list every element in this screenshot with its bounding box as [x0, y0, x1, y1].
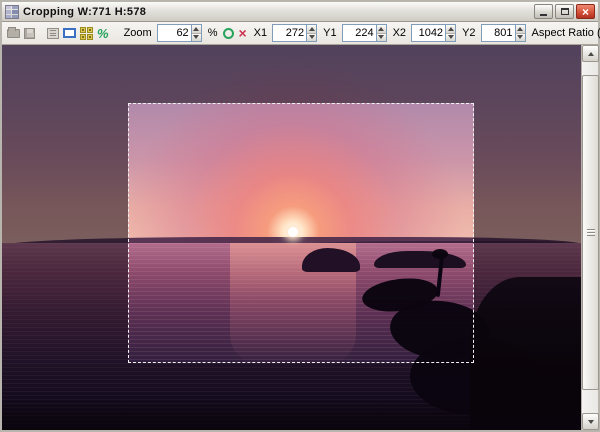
close-button[interactable]: ×: [576, 4, 595, 19]
spin-up-button[interactable]: [516, 25, 525, 33]
grid-numbers-button[interactable]: [79, 24, 94, 43]
zoom-spinbox: [157, 24, 202, 42]
up-arrow-icon: [193, 27, 199, 31]
down-arrow-icon: [448, 35, 454, 39]
y1-spin-buttons: [376, 24, 387, 42]
maximize-icon: [561, 8, 569, 15]
down-arrow-icon: [193, 35, 199, 39]
up-arrow-icon: [448, 27, 454, 31]
x1-spin-buttons: [306, 24, 317, 42]
list-icon: [47, 28, 59, 39]
client-area: [2, 45, 598, 430]
zoom-input[interactable]: [157, 24, 191, 42]
zoom-unit-label: %: [208, 27, 218, 39]
thumb-grip-icon: [587, 229, 595, 236]
window-controls: ×: [534, 4, 595, 19]
open-button[interactable]: [6, 24, 21, 43]
down-arrow-icon: [517, 35, 523, 39]
scrollbar-thumb[interactable]: [582, 75, 599, 390]
dim-overlay: [2, 45, 581, 103]
cropping-window: Cropping W:771 H:578 × % Zoom % × X1: [0, 0, 600, 432]
spin-up-button[interactable]: [192, 25, 201, 33]
spin-down-button[interactable]: [377, 33, 386, 42]
titlebar[interactable]: Cropping W:771 H:578 ×: [2, 2, 598, 22]
grid-numbers-icon: [80, 27, 93, 40]
x2-spin-buttons: [445, 24, 456, 42]
down-arrow-icon: [378, 35, 384, 39]
dim-overlay: [2, 103, 128, 363]
spin-down-button[interactable]: [192, 33, 201, 42]
confirm-crop-button[interactable]: [222, 24, 235, 43]
app-icon: [5, 5, 19, 19]
x1-spinbox: [272, 24, 317, 42]
down-arrow-icon: [309, 35, 315, 39]
zoom-spin-buttons: [191, 24, 202, 42]
scroll-up-button[interactable]: [582, 45, 599, 62]
minimize-button[interactable]: [534, 4, 553, 19]
spin-down-button[interactable]: [516, 33, 525, 42]
spin-up-button[interactable]: [377, 25, 386, 33]
save-button[interactable]: [23, 24, 36, 43]
options-button[interactable]: [46, 24, 60, 43]
y1-input[interactable]: [342, 24, 376, 42]
up-arrow-icon: [309, 27, 315, 31]
crop-selection[interactable]: [128, 103, 474, 363]
y2-label: Y2: [462, 27, 475, 39]
photo-canvas[interactable]: [2, 45, 581, 430]
percent-icon: %: [97, 26, 109, 41]
x1-input[interactable]: [272, 24, 306, 42]
y1-spinbox: [342, 24, 387, 42]
vertical-scrollbar[interactable]: [581, 45, 598, 430]
scroll-down-button[interactable]: [582, 413, 599, 430]
spin-up-button[interactable]: [307, 25, 316, 33]
y2-spin-buttons: [515, 24, 526, 42]
spin-down-button[interactable]: [446, 33, 455, 42]
toolbar: % Zoom % × X1 Y1: [2, 22, 598, 45]
up-arrow-icon: [517, 27, 523, 31]
x2-input[interactable]: [411, 24, 445, 42]
window-title: Cropping W:771 H:578: [23, 6, 534, 18]
x2-spinbox: [411, 24, 456, 42]
save-icon: [24, 28, 35, 39]
cancel-crop-button[interactable]: ×: [237, 24, 247, 43]
aspect-ratio-label: Aspect Ratio (W:H): [532, 27, 600, 39]
percent-mode-button[interactable]: %: [96, 24, 110, 43]
selection-mode-button[interactable]: [62, 24, 77, 43]
x1-label: X1: [254, 27, 267, 39]
confirm-circle-icon: [223, 28, 234, 39]
open-folder-icon: [7, 29, 20, 38]
zoom-label: Zoom: [124, 27, 152, 39]
minimize-icon: [540, 14, 547, 16]
down-arrow-icon: [588, 420, 594, 424]
maximize-button[interactable]: [555, 4, 574, 19]
y1-label: Y1: [323, 27, 336, 39]
y2-input[interactable]: [481, 24, 515, 42]
up-arrow-icon: [588, 52, 594, 56]
y2-spinbox: [481, 24, 526, 42]
cancel-x-icon: ×: [238, 25, 246, 41]
x2-label: X2: [393, 27, 406, 39]
up-arrow-icon: [378, 27, 384, 31]
spin-up-button[interactable]: [446, 25, 455, 33]
spin-down-button[interactable]: [307, 33, 316, 42]
selection-rectangle-icon: [63, 28, 76, 38]
photo-foreground-shadow: [2, 397, 581, 430]
